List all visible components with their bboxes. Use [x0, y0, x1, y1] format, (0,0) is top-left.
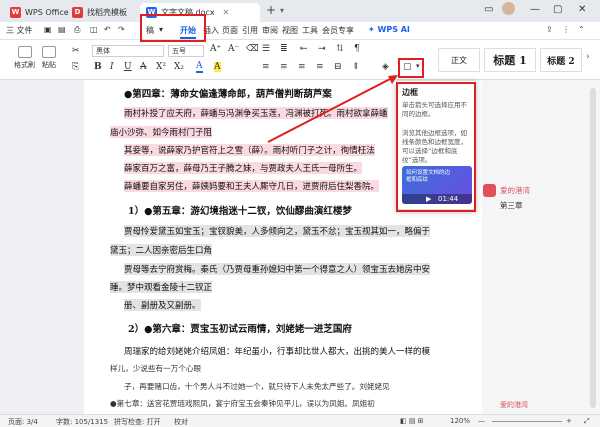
spell-check-status[interactable]: 拼写检查: 打开	[114, 417, 161, 427]
annotation-arrow-line	[267, 77, 393, 143]
zoom-in-icon[interactable]: +	[566, 417, 572, 425]
page-indicator[interactable]: 页面: 3/4	[8, 417, 38, 427]
zoom-level[interactable]: 120%	[450, 417, 470, 425]
fullscreen-icon[interactable]: ⤢	[584, 417, 590, 426]
status-bar: 页面: 3/4 字数: 105/1315 拼写检查: 打开 校对 ◧ ▤ ⊞ 1…	[0, 414, 600, 427]
zoom-out-icon[interactable]: —	[478, 417, 485, 425]
word-count[interactable]: 字数: 105/1315	[56, 417, 108, 427]
view-mode-icon[interactable]: ◧ ▤ ⊞	[400, 417, 424, 425]
annotation-arrow	[267, 75, 398, 143]
zoom-slider[interactable]	[492, 421, 562, 422]
proofread-button[interactable]: 校对	[174, 417, 188, 427]
